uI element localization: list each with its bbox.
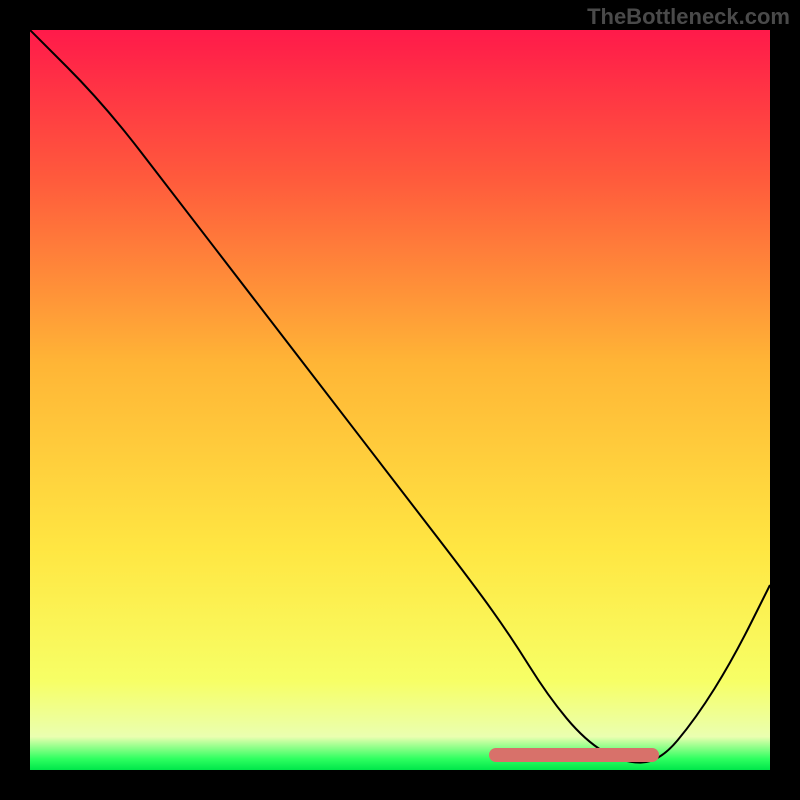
bottleneck-curve: [30, 30, 770, 770]
watermark-text: TheBottleneck.com: [587, 4, 790, 30]
optimal-range-marker: [489, 748, 659, 762]
bottleneck-chart: [30, 30, 770, 770]
